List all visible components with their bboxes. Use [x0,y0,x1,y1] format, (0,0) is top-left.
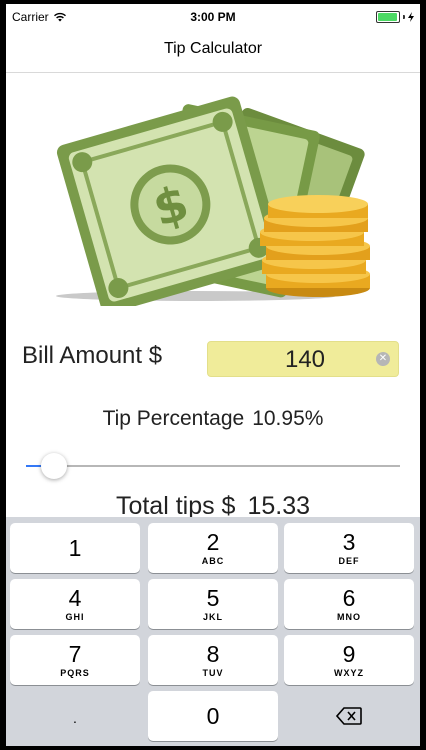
key-6[interactable]: 6 MNO [284,579,414,629]
bill-amount-input[interactable] [208,342,402,378]
key-decimal[interactable]: . [10,691,140,741]
total-tips-value: 15.33 [247,492,311,520]
numeric-keypad: 1 2 ABC 3 DEF 4 GHI 5 JKL 6 MNO 7 PQRS 8… [6,517,420,746]
money-illustration: $ [56,96,370,306]
battery-indicator [376,11,414,23]
slider-thumb[interactable] [41,453,68,479]
key-9[interactable]: 9 WXYZ [284,635,414,685]
bill-amount-label: Bill Amount $ [22,342,163,369]
key-7[interactable]: 7 PQRS [10,635,140,685]
battery-icon [376,11,400,23]
tip-percentage-row: Tip Percentage 10.95% [6,407,420,431]
total-tips-label: Total tips $ [115,492,236,520]
navigation-bar: Tip Calculator [6,30,420,73]
key-3[interactable]: 3 DEF [284,523,414,573]
status-time: 3:00 PM [190,10,236,24]
clear-text-icon[interactable]: ✕ [376,352,390,366]
page-title: Tip Calculator [163,40,263,57]
key-5[interactable]: 5 JKL [148,579,278,629]
key-0[interactable]: 0 [148,691,278,741]
backspace-icon [335,707,362,725]
tip-percentage-value: 10.95% [252,407,324,430]
key-4[interactable]: 4 GHI [10,579,140,629]
tip-slider[interactable] [26,465,400,467]
bill-amount-field[interactable]: ✕ [207,341,402,378]
charging-icon [408,12,414,22]
app-screen: Carrier 3:00 PM Tip Calculator $ Bill Am… [6,4,420,746]
key-1[interactable]: 1 [10,523,140,573]
key-8[interactable]: 8 TUV [148,635,278,685]
delete-key[interactable] [284,691,414,741]
status-bar: Carrier 3:00 PM [6,4,420,30]
key-2[interactable]: 2 ABC [148,523,278,573]
tip-percentage-label: Tip Percentage [102,407,245,430]
